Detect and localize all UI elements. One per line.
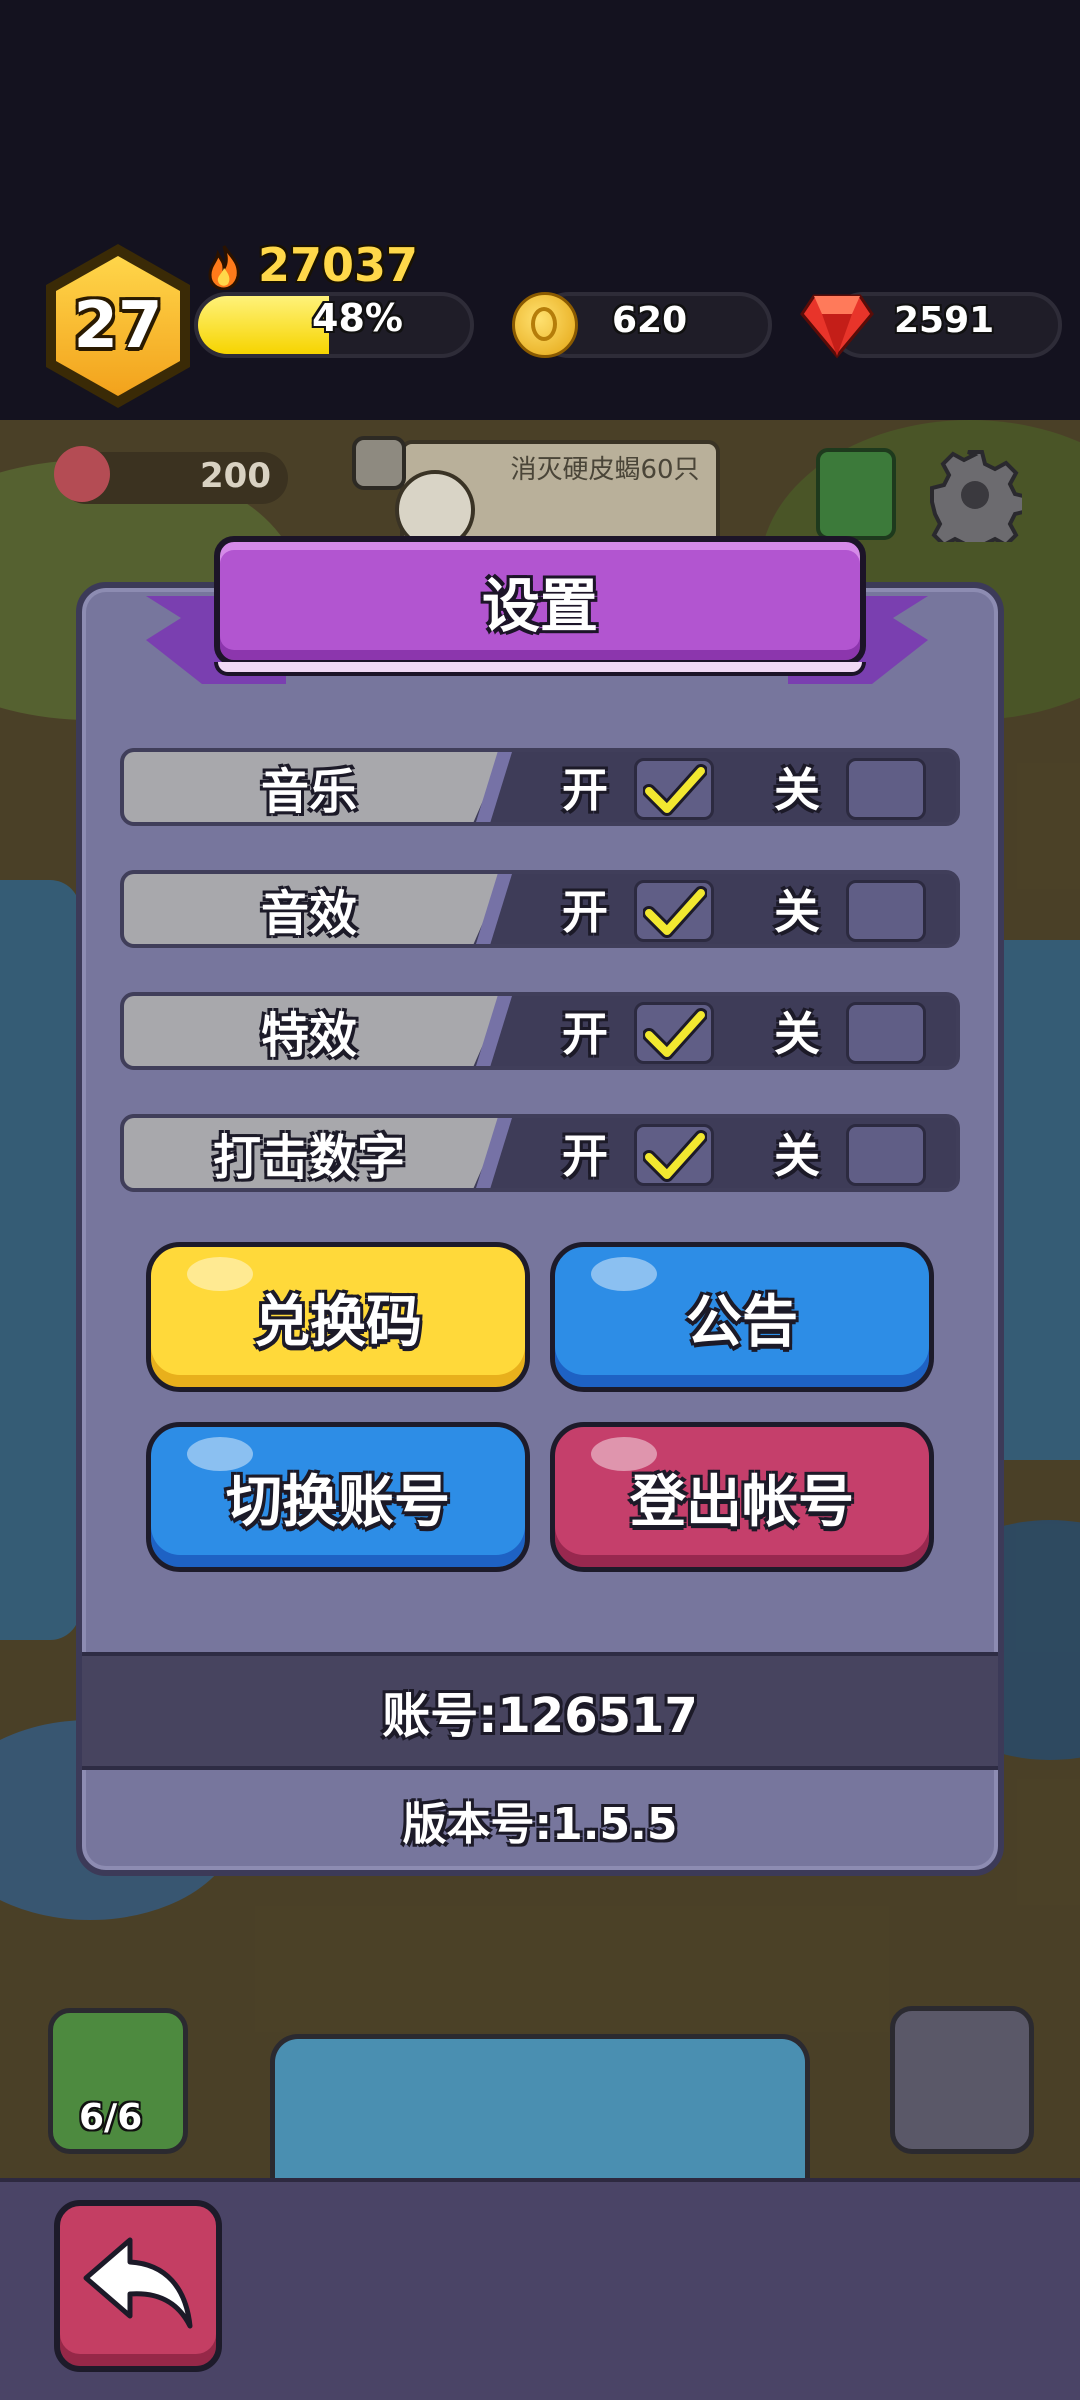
switch-account-label: 切换账号 [226, 1469, 450, 1535]
search-icon[interactable] [352, 436, 406, 490]
off-label: 关 [774, 763, 820, 817]
setting-label: 特效 [260, 1008, 357, 1064]
check-icon [643, 886, 707, 938]
bag-count: 6/6 [79, 2097, 143, 2138]
on-label: 开 [562, 763, 608, 817]
on-label: 开 [562, 885, 608, 939]
gear-icon[interactable] [928, 448, 1022, 542]
settings-title-bar: 设置 [214, 536, 866, 676]
redeem-code-label: 兑换码 [254, 1289, 422, 1355]
effects-off-checkbox[interactable] [846, 1002, 926, 1064]
damage-numbers-off-checkbox[interactable] [846, 1124, 926, 1186]
setting-row-effects: 特效 开 关 [120, 992, 960, 1070]
bag-button[interactable]: 6/6 [48, 2008, 188, 2154]
settings-title: 设置 [481, 572, 598, 640]
setting-label: 打击数字 [212, 1130, 405, 1186]
check-icon [643, 1008, 707, 1060]
gem-amount: 2591 [894, 300, 995, 341]
account-band: 账号:126517 [82, 1652, 998, 1770]
power-score: 27037 [258, 238, 419, 292]
setting-row-damage-numbers: 打击数字 开 关 [120, 1114, 960, 1192]
scene-pool [270, 2034, 810, 2178]
back-arrow-icon [83, 2237, 193, 2329]
level-number: 27 [73, 289, 163, 363]
sound-on-checkbox[interactable] [634, 880, 714, 942]
coin-icon [512, 292, 578, 358]
check-icon [643, 764, 707, 816]
on-label: 开 [562, 1007, 608, 1061]
announcement-button[interactable]: 公告 [550, 1242, 934, 1392]
meat-icon [54, 446, 110, 502]
sound-off-checkbox[interactable] [846, 880, 926, 942]
redeem-code-button[interactable]: 兑换码 [146, 1242, 530, 1392]
setting-label: 音效 [260, 886, 357, 942]
damage-numbers-on-checkbox[interactable] [634, 1124, 714, 1186]
off-label: 关 [774, 1007, 820, 1061]
menu-icon[interactable] [816, 448, 896, 540]
effects-on-checkbox[interactable] [634, 1002, 714, 1064]
coin-amount: 620 [612, 300, 688, 341]
music-on-checkbox[interactable] [634, 758, 714, 820]
setting-row-music: 音乐 开 关 [120, 748, 960, 826]
on-label: 开 [562, 1129, 608, 1183]
logout-label: 登出帐号 [630, 1469, 854, 1535]
account-id: 账号:126517 [382, 1688, 698, 1744]
off-label: 关 [774, 1129, 820, 1183]
setting-label: 音乐 [260, 764, 357, 820]
quest-text: 消灭硬皮蝎60只 [510, 455, 700, 485]
xp-percent: 48% [312, 296, 403, 340]
version-row: 版本号:1.5.5 [82, 1780, 998, 1860]
music-off-checkbox[interactable] [846, 758, 926, 820]
announcement-label: 公告 [686, 1289, 798, 1355]
flame-icon [208, 245, 240, 290]
meat-amount: 200 [200, 456, 271, 496]
off-label: 关 [774, 885, 820, 939]
tools-button[interactable] [890, 2006, 1034, 2154]
back-button[interactable] [54, 2200, 222, 2372]
logout-button[interactable]: 登出帐号 [550, 1422, 934, 1572]
check-icon [643, 1130, 707, 1182]
xp-progress-fill [198, 296, 329, 354]
switch-account-button[interactable]: 切换账号 [146, 1422, 530, 1572]
version-number: 版本号:1.5.5 [402, 1799, 678, 1850]
setting-row-sound: 音效 开 关 [120, 870, 960, 948]
gem-icon [800, 294, 874, 359]
